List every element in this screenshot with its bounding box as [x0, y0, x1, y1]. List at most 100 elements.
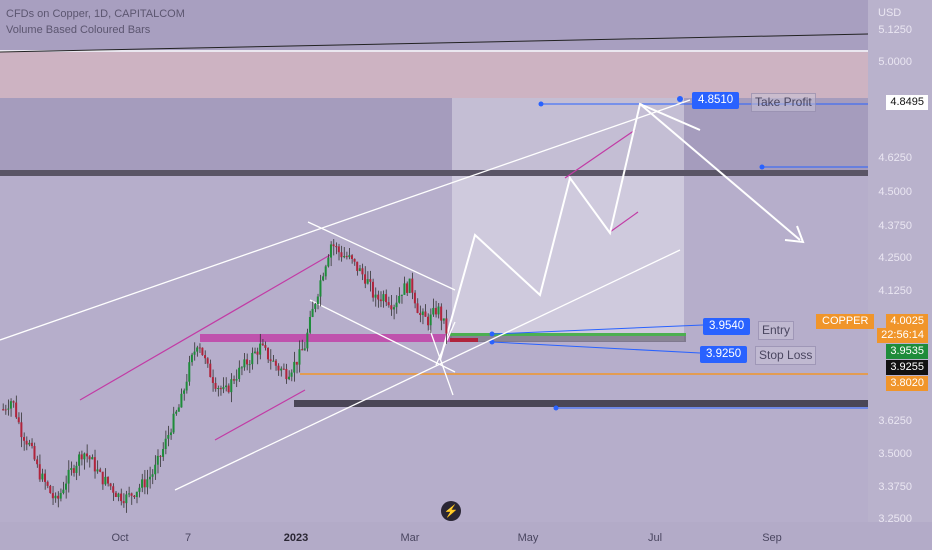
- price-chart[interactable]: 3.2500 3.3750 3.5000 3.6250 4.1250 4.2500 4.37…: [0, 0, 932, 550]
- stop-loss-price-label[interactable]: 3.9250: [700, 346, 748, 363]
- candle-body: [130, 493, 133, 496]
- candle-body: [112, 486, 115, 493]
- candle-body: [345, 256, 348, 258]
- candle-body: [348, 255, 351, 258]
- candle-body: [314, 304, 317, 309]
- candle-body: [395, 302, 398, 308]
- candle-body: [374, 294, 377, 298]
- candle-body: [209, 363, 212, 378]
- candle-body: [204, 355, 207, 359]
- candle-body: [419, 312, 422, 315]
- magenta-zone: [200, 334, 450, 342]
- candle-body: [261, 343, 264, 346]
- candle-body: [390, 305, 393, 310]
- tradingview-logo-icon[interactable]: ⚡: [441, 501, 461, 521]
- entry-dot[interactable]: [489, 331, 495, 337]
- candle-body: [432, 307, 435, 315]
- candle-body: [437, 306, 440, 315]
- candle-body: [101, 471, 104, 485]
- entry-label[interactable]: Entry: [758, 321, 795, 340]
- candle-body: [408, 278, 411, 293]
- candle-body: [88, 456, 91, 460]
- candle-body: [36, 459, 39, 465]
- stop-loss-label[interactable]: Stop Loss: [755, 346, 817, 365]
- candle-body: [245, 359, 249, 365]
- candle-body: [141, 479, 144, 488]
- candle-body: [356, 261, 359, 271]
- tp-anchor-dot[interactable]: [538, 101, 544, 107]
- candle-body: [167, 435, 170, 439]
- symbol-tag: COPPER: [816, 314, 875, 329]
- candle-body: [319, 280, 322, 297]
- candle-body: [358, 268, 361, 271]
- candle-body: [12, 401, 15, 403]
- y-tick-label: 4.1250: [878, 285, 912, 297]
- candle-body: [80, 454, 83, 460]
- candle-body: [75, 465, 78, 473]
- candle-body: [20, 422, 23, 438]
- candle-body: [38, 464, 41, 480]
- candle-body: [371, 281, 374, 298]
- blue-level-dot[interactable]: [759, 164, 765, 170]
- candle-body: [416, 303, 419, 313]
- candle-body: [232, 379, 235, 381]
- candle-body: [282, 368, 285, 370]
- y-tick-label: 3.6250: [878, 415, 912, 427]
- candle-body: [180, 393, 183, 408]
- gray-support-bar: [294, 400, 868, 407]
- candle-body: [377, 294, 380, 300]
- candle-body: [285, 368, 288, 380]
- candle-body: [154, 464, 157, 475]
- candle-body: [379, 299, 382, 302]
- candle-body: [316, 296, 319, 305]
- supply-zone: [0, 52, 868, 98]
- candle-body: [70, 468, 73, 470]
- currency-label: USD: [878, 7, 901, 19]
- x-tick-label: 2023: [284, 532, 308, 544]
- candle-body: [295, 361, 298, 365]
- candle-body: [340, 252, 343, 258]
- lower-blue-dot[interactable]: [553, 405, 559, 411]
- candle-body: [159, 455, 162, 457]
- candle-body: [59, 493, 62, 499]
- candle-body: [72, 468, 75, 473]
- candle-body: [280, 368, 283, 371]
- candle-body: [227, 385, 230, 393]
- candle-body: [54, 495, 57, 499]
- last-price-axis-label: 4.0025: [886, 314, 928, 329]
- take-profit-price-label[interactable]: 4.8510: [692, 92, 740, 109]
- candle-body: [217, 387, 220, 389]
- tp-handle-dot[interactable]: [677, 96, 683, 102]
- candle-body: [259, 343, 262, 355]
- candle-body: [382, 294, 385, 302]
- y-tick-label: 3.3750: [878, 481, 912, 493]
- candle-body: [440, 306, 443, 321]
- x-tick-label: 7: [185, 532, 191, 544]
- candle-body: [122, 501, 125, 504]
- candle-body: [164, 438, 167, 449]
- candle-body: [366, 279, 369, 284]
- take-profit-label[interactable]: Take Profit: [751, 93, 816, 112]
- candle-body: [329, 244, 332, 258]
- candle-body: [51, 493, 54, 499]
- candle-body: [172, 413, 175, 433]
- entry-price-label[interactable]: 3.9540: [703, 318, 751, 335]
- candle-body: [4, 409, 7, 411]
- candle-body: [251, 352, 254, 365]
- candle-body: [15, 402, 18, 418]
- candle-body: [28, 442, 31, 445]
- candle-body: [25, 440, 28, 445]
- candle-body: [78, 454, 81, 466]
- candle-body: [235, 379, 238, 381]
- ask-axis-label: 3.9255: [886, 360, 928, 375]
- candle-body: [274, 360, 277, 366]
- candle-body: [238, 367, 241, 380]
- x-tick-label: Mar: [401, 532, 420, 544]
- candle-body: [400, 294, 403, 296]
- candle-body: [243, 359, 246, 368]
- chart-root: 3.2500 3.3750 3.5000 3.6250 4.1250 4.2500 4.37…: [0, 0, 932, 550]
- y-tick-label: 5.1250: [878, 24, 912, 36]
- candle-body: [290, 372, 293, 377]
- candle-body: [120, 493, 123, 502]
- candle-body: [293, 361, 296, 373]
